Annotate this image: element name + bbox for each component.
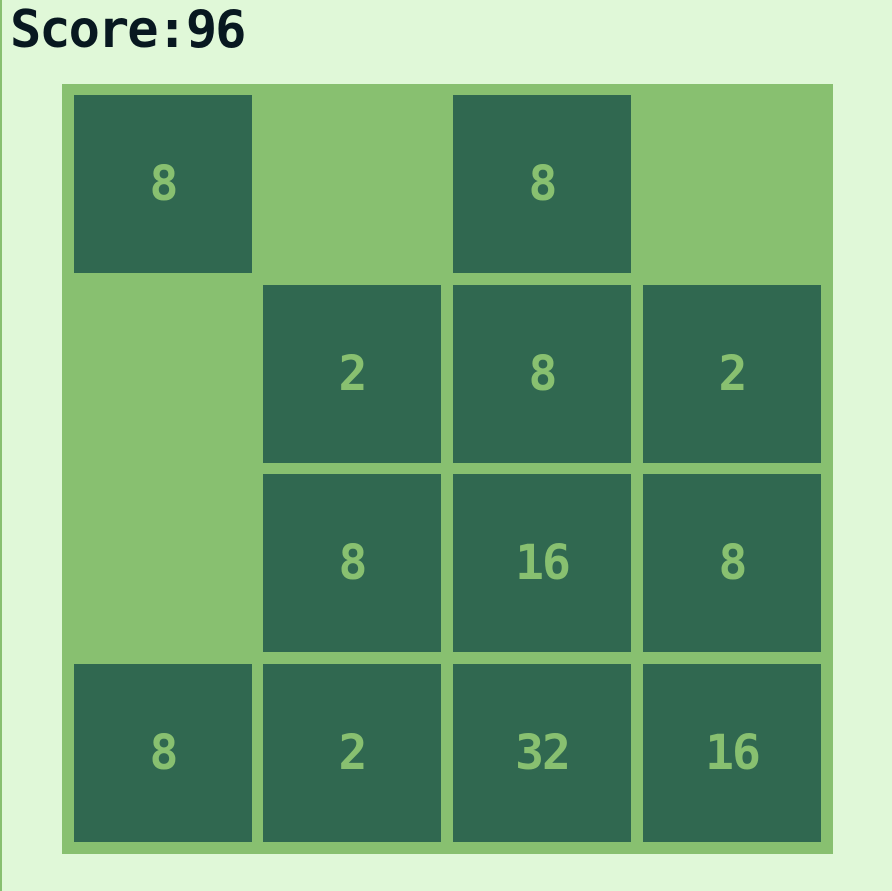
empty-cell [643, 95, 821, 273]
number-tile: 32 [453, 664, 631, 842]
game-board: 8 8 2 8 2 8 16 8 8 2 32 16 [62, 84, 833, 854]
number-tile: 8 [263, 474, 441, 652]
number-tile: 2 [263, 285, 441, 463]
number-tile: 8 [453, 95, 631, 273]
number-tile: 8 [74, 664, 252, 842]
number-tile: 8 [74, 95, 252, 273]
score-label: Score:96 [10, 0, 246, 60]
empty-cell [263, 95, 441, 273]
empty-cell [74, 474, 252, 652]
empty-cell [74, 285, 252, 463]
number-tile: 16 [453, 474, 631, 652]
number-tile: 2 [263, 664, 441, 842]
number-tile: 16 [643, 664, 821, 842]
window-left-border [0, 0, 2, 891]
number-tile: 8 [643, 474, 821, 652]
number-tile: 8 [453, 285, 631, 463]
number-tile: 2 [643, 285, 821, 463]
